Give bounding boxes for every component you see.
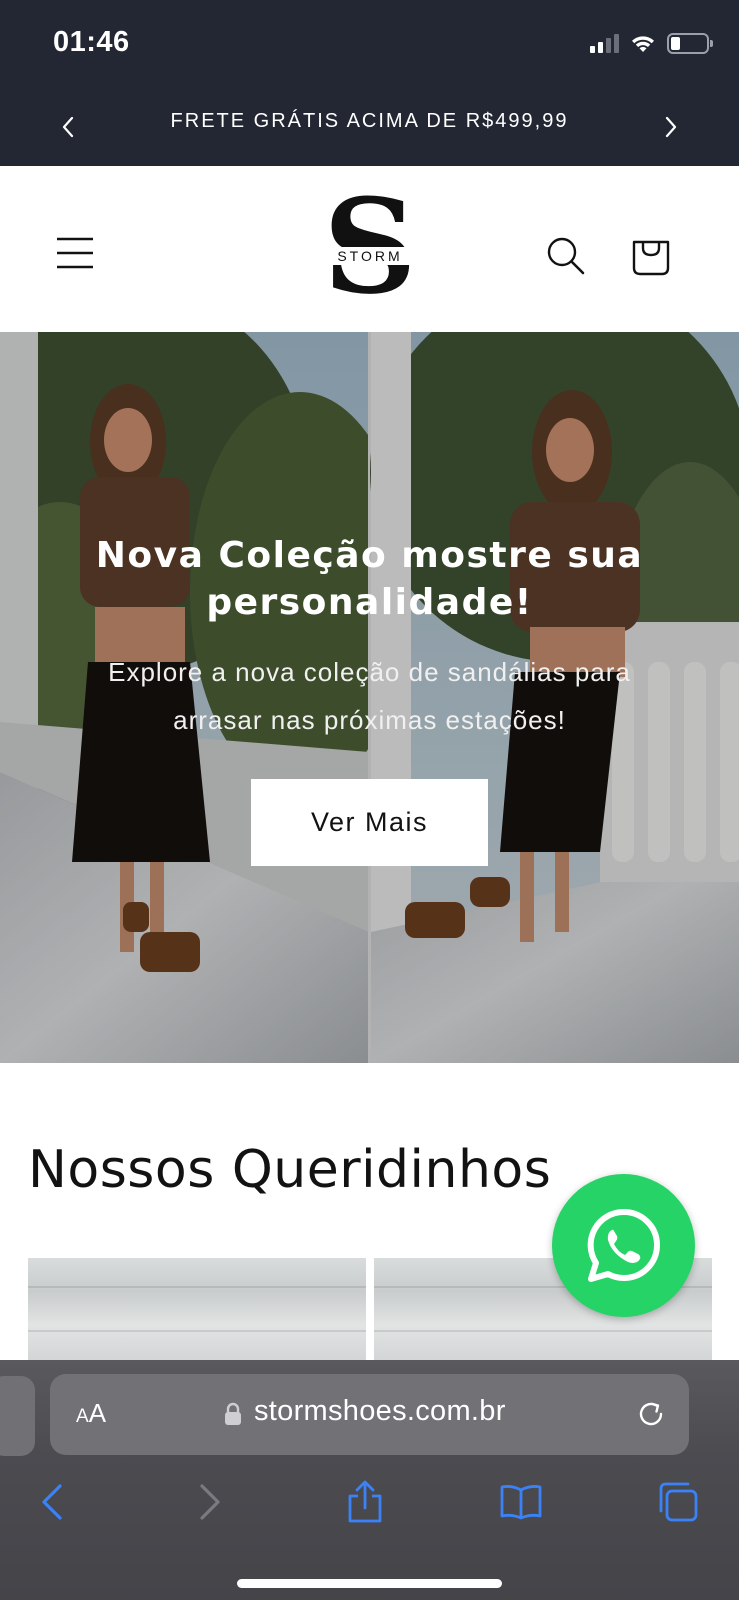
search-icon bbox=[547, 237, 585, 275]
lock-icon bbox=[225, 1402, 241, 1425]
tabs-icon bbox=[659, 1482, 698, 1522]
share-icon bbox=[348, 1480, 382, 1523]
bookmarks-button[interactable] bbox=[499, 1480, 543, 1524]
whatsapp-button[interactable] bbox=[552, 1174, 695, 1317]
previous-tab-preview[interactable] bbox=[0, 1376, 35, 1456]
menu-button[interactable] bbox=[56, 236, 94, 270]
cellular-signal-icon bbox=[590, 33, 619, 53]
status-time: 01:46 bbox=[53, 26, 130, 58]
section-title: Nossos Queridinhos bbox=[28, 1140, 552, 1200]
logo-wordmark: STORM bbox=[328, 247, 412, 265]
status-icons bbox=[590, 32, 713, 54]
reload-icon[interactable] bbox=[635, 1398, 667, 1430]
site-header: S STORM bbox=[0, 166, 739, 332]
hero-banner: Nova Coleção mostre sua personalidade! E… bbox=[0, 332, 739, 1063]
hero-title: Nova Coleção mostre sua personalidade! bbox=[95, 535, 644, 623]
back-button[interactable] bbox=[30, 1480, 74, 1524]
announcement-next-button[interactable] bbox=[656, 112, 686, 142]
store-logo[interactable]: S STORM bbox=[320, 182, 420, 312]
tabs-button[interactable] bbox=[656, 1480, 700, 1524]
search-button[interactable] bbox=[546, 236, 586, 276]
address-bar[interactable]: AA stormshoes.com.br bbox=[50, 1374, 689, 1455]
shopping-bag-icon bbox=[632, 240, 670, 276]
ver-mais-button[interactable]: Ver Mais bbox=[251, 779, 488, 866]
reader-settings-button[interactable]: AA bbox=[76, 1398, 106, 1429]
hero-subtitle: Explore a nova coleção de sandálias para… bbox=[108, 657, 631, 735]
home-indicator bbox=[237, 1579, 502, 1588]
announcement-text: FRETE GRÁTIS ACIMA DE R$499,99 bbox=[170, 110, 569, 132]
whatsapp-icon bbox=[587, 1208, 660, 1282]
battery-icon bbox=[667, 32, 713, 54]
chevron-right-icon bbox=[665, 116, 677, 138]
url-text: stormshoes.com.br bbox=[254, 1395, 506, 1427]
chevron-left-icon bbox=[42, 1484, 62, 1520]
wifi-icon bbox=[632, 36, 654, 52]
share-button[interactable] bbox=[343, 1480, 387, 1524]
browser-toolbar: AA stormshoes.com.br bbox=[0, 1360, 739, 1600]
ios-status-bar: 01:46 bbox=[0, 0, 739, 90]
forward-button[interactable] bbox=[188, 1480, 232, 1524]
hamburger-menu-icon bbox=[57, 237, 93, 269]
product-card[interactable] bbox=[28, 1258, 366, 1370]
book-icon bbox=[500, 1485, 542, 1520]
chevron-right-icon bbox=[200, 1484, 220, 1520]
announcement-bar: FRETE GRÁTIS ACIMA DE R$499,99 bbox=[0, 90, 739, 166]
cart-button[interactable] bbox=[630, 234, 672, 276]
